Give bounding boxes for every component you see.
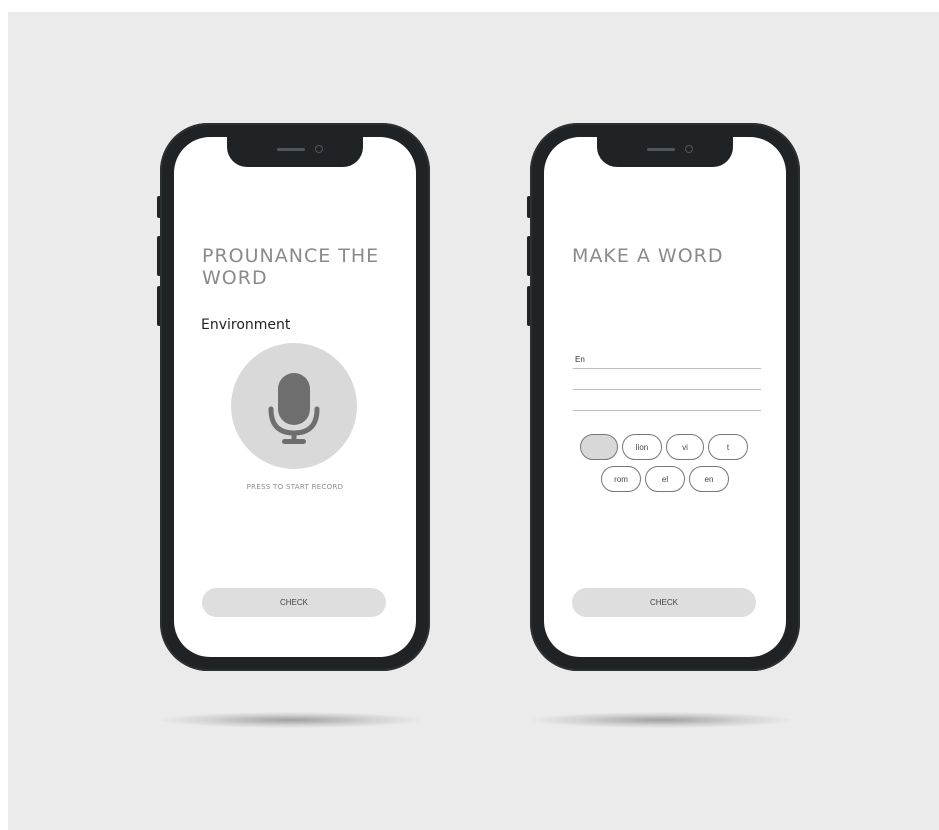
answer-input-text[interactable]: En [575, 355, 585, 364]
syllable-chip-used[interactable] [580, 434, 618, 460]
answer-line-2 [573, 389, 761, 390]
title-line-1: PROUNANCE THE [202, 245, 380, 267]
phone-pronounce: PROUNANCE THE WORD Environment PRESS TO … [160, 123, 430, 671]
pronounce-screen: PROUNANCE THE WORD Environment PRESS TO … [174, 137, 416, 657]
syllable-chip[interactable]: en [689, 466, 729, 492]
microphone-icon [268, 373, 320, 444]
phone-notch [597, 137, 733, 167]
phone-notch [227, 137, 363, 167]
title-line-2: WORD [202, 267, 268, 289]
speaker-grille [277, 148, 305, 151]
target-word: Environment [201, 317, 291, 333]
record-button[interactable] [231, 343, 357, 469]
make-word-title: MAKE A WORD [572, 245, 724, 267]
make-word-screen: MAKE A WORD En lion vi t rom el en CHECK [544, 137, 786, 657]
phone-shadow-right [530, 712, 792, 728]
pronounce-title: PROUNANCE THE WORD [202, 245, 379, 289]
syllable-chip[interactable]: t [708, 434, 748, 460]
syllable-chip[interactable]: lion [622, 434, 662, 460]
answer-line-3 [573, 410, 761, 411]
check-button[interactable]: CHECK [202, 588, 386, 617]
press-to-record-label: PRESS TO START RECORD [246, 483, 344, 491]
syllable-chip[interactable]: el [645, 466, 685, 492]
answer-line-1 [573, 368, 761, 369]
front-camera [315, 145, 323, 153]
check-button[interactable]: CHECK [572, 588, 756, 617]
speaker-grille [647, 148, 675, 151]
phone-shadow-left [160, 712, 422, 728]
syllable-chip[interactable]: rom [601, 466, 641, 492]
front-camera [685, 145, 693, 153]
syllable-chip[interactable]: vi [666, 434, 704, 460]
phone-make-word: MAKE A WORD En lion vi t rom el en CHECK [530, 123, 800, 671]
